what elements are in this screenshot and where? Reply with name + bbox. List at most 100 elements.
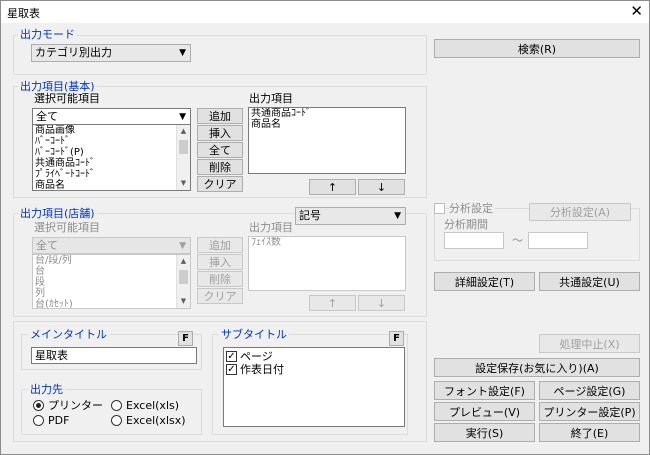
radio-excel-xls-label[interactable]: Excel(xls) xyxy=(126,399,179,412)
list-item: 段 xyxy=(35,277,45,288)
basic-available-list[interactable]: 商品画像 ﾊﾞｰｺｰﾄﾞ ﾊﾞｰｺｰﾄﾞ(P) 共通商品ｺｰﾄﾞ ﾌﾟﾗｲﾍﾞｰ… xyxy=(32,124,191,191)
list-item[interactable]: 共通商品ｺｰﾄﾞ xyxy=(249,108,405,119)
run-button[interactable]: 実行(S) xyxy=(434,423,535,442)
store-symbol-value: 記号 xyxy=(299,209,321,222)
store-add-button: 追加 xyxy=(197,237,243,253)
basic-all-button[interactable]: 全て xyxy=(197,142,243,158)
list-item[interactable]: 商品画像 xyxy=(33,125,190,136)
subtitle-list[interactable]: ✓ ページ ✓ 作表日付 xyxy=(223,347,405,427)
list-item: 台/段/列 xyxy=(35,255,72,266)
main-title-input[interactable]: 星取表 xyxy=(31,347,197,364)
list-item: 台(ｶｾｯﾄ) xyxy=(35,299,73,309)
basic-clear-button[interactable]: クリア xyxy=(197,176,243,192)
list-item: 台 xyxy=(35,266,45,277)
list-item: ﾌｪｲｽ数 xyxy=(251,237,281,248)
output-mode-label: 出力モード xyxy=(18,28,77,41)
store-filter-value: 全て xyxy=(36,239,58,252)
analysis-checkbox xyxy=(434,203,445,214)
list-item: 列 xyxy=(35,288,45,299)
store-delete-button: 削除 xyxy=(197,271,243,287)
scroll-down-icon[interactable]: ▼ xyxy=(177,177,190,190)
subtitle-date-text: 作表日付 xyxy=(240,363,284,376)
basic-filter-select[interactable]: 全て ▼ xyxy=(32,108,191,125)
list-item[interactable]: 商品名 xyxy=(249,119,405,130)
list-item[interactable]: 共通商品ｺｰﾄﾞ xyxy=(33,158,190,169)
window-title: 星取表 xyxy=(7,7,40,20)
list-item[interactable]: ﾊﾞｰｺｰﾄﾞ(P) xyxy=(33,147,190,158)
chevron-down-icon: ▼ xyxy=(179,241,186,251)
analysis-settings-button: 分析設定(A) xyxy=(529,203,631,221)
printer-settings-button[interactable]: プリンター設定(P) xyxy=(539,402,640,421)
store-list-scrollbar: ▲ ▼ xyxy=(176,255,190,308)
scroll-up-icon: ▲ xyxy=(180,257,187,265)
list-item[interactable]: ﾌﾟﾗｲﾍﾞｰﾄｺｰﾄﾞ xyxy=(33,169,190,180)
radio-printer[interactable] xyxy=(33,400,44,411)
stop-processing-button: 処理中止(X) xyxy=(539,334,640,353)
store-symbol-select[interactable]: 記号 ▼ xyxy=(295,207,406,225)
scroll-up-icon[interactable]: ▲ xyxy=(177,125,190,138)
subtitle-item-page[interactable]: ✓ ページ xyxy=(226,350,273,363)
basic-filter-value: 全て xyxy=(36,110,58,123)
basic-output-list[interactable]: 共通商品ｺｰﾄﾞ 商品名 xyxy=(248,107,406,174)
store-clear-button: クリア xyxy=(197,288,243,304)
analysis-period-start xyxy=(444,232,504,249)
subtitle-page-text: ページ xyxy=(240,350,273,363)
radio-printer-label[interactable]: プリンター xyxy=(48,399,103,412)
basic-add-button[interactable]: 追加 xyxy=(197,108,243,124)
store-selectable-label: 選択可能項目 xyxy=(34,221,100,234)
chevron-down-icon: ▼ xyxy=(394,211,401,221)
subtitle-page-checkbox[interactable]: ✓ xyxy=(226,350,237,362)
analysis-period-tilde: ～ xyxy=(512,234,523,247)
basic-output-label: 出力項目 xyxy=(249,92,293,105)
page-settings-button[interactable]: ページ設定(G) xyxy=(539,381,640,400)
common-settings-button[interactable]: 共通設定(U) xyxy=(539,272,640,291)
close-icon[interactable]: ✕ xyxy=(630,3,643,19)
window: 星取表 ✕ 出力モード カテゴリ別出力 ▼ 出力項目(基本) 選択可能項目 全て… xyxy=(0,0,650,455)
basic-move-down-button[interactable]: ↓ xyxy=(358,179,405,195)
store-move-up-button: ↑ xyxy=(309,295,356,311)
basic-selectable-label: 選択可能項目 xyxy=(34,92,100,105)
basic-delete-button[interactable]: 削除 xyxy=(197,159,243,175)
list-item[interactable]: ﾊﾞｰｺｰﾄﾞ xyxy=(33,136,190,147)
basic-move-up-button[interactable]: ↑ xyxy=(309,179,356,195)
preview-button[interactable]: プレビュー(V) xyxy=(434,402,535,421)
radio-excel-xls[interactable] xyxy=(111,400,122,411)
analysis-period-end xyxy=(528,232,588,249)
chevron-down-icon: ▼ xyxy=(179,112,186,122)
radio-excel-xlsx-label[interactable]: Excel(xlsx) xyxy=(126,414,186,427)
subtitle-font-button[interactable]: F xyxy=(389,331,404,346)
scroll-thumb xyxy=(179,270,188,284)
output-mode-value: カテゴリ別出力 xyxy=(35,46,112,59)
radio-pdf[interactable] xyxy=(33,415,44,426)
save-favorite-button[interactable]: 設定保存(お気に入り)(A) xyxy=(434,358,640,377)
title-bar: 星取表 ✕ xyxy=(1,1,649,23)
scroll-thumb[interactable] xyxy=(179,140,188,154)
detail-settings-button[interactable]: 詳細設定(T) xyxy=(434,272,535,291)
store-items-label: 出力項目(店舗) xyxy=(18,207,97,220)
subtitle-label: サブタイトル xyxy=(219,328,289,341)
basic-list-scrollbar[interactable]: ▲ ▼ xyxy=(176,125,190,190)
radio-pdf-label[interactable]: PDF xyxy=(48,414,69,427)
store-output-list: ﾌｪｲｽ数 xyxy=(248,236,406,291)
analysis-label: 分析設定 xyxy=(449,202,495,215)
scroll-down-icon: ▼ xyxy=(180,297,187,305)
radio-excel-xlsx[interactable] xyxy=(111,415,122,426)
basic-insert-button[interactable]: 挿入 xyxy=(197,125,243,141)
subtitle-date-checkbox[interactable]: ✓ xyxy=(226,363,237,375)
search-button[interactable]: 検索(R) xyxy=(434,39,640,58)
store-insert-button: 挿入 xyxy=(197,254,243,270)
list-item[interactable]: 商品名 xyxy=(33,180,190,190)
subtitle-item-date[interactable]: ✓ 作表日付 xyxy=(226,363,284,376)
chevron-down-icon: ▼ xyxy=(179,48,186,58)
store-output-label: 出力項目 xyxy=(249,221,293,234)
store-move-down-button: ↓ xyxy=(358,295,405,311)
store-filter-select: 全て ▼ xyxy=(32,237,191,254)
font-settings-button[interactable]: フォント設定(F) xyxy=(434,381,535,400)
analysis-period-label: 分析期間 xyxy=(444,218,488,231)
destination-label: 出力先 xyxy=(28,383,65,396)
main-title-font-button[interactable]: F xyxy=(178,331,193,346)
store-available-list: 台/段/列 台 段 列 台(ｶｾｯﾄ) ▲ ▼ xyxy=(32,254,191,309)
main-title-label: メインタイトル xyxy=(28,328,109,341)
output-mode-select[interactable]: カテゴリ別出力 ▼ xyxy=(31,44,191,62)
exit-button[interactable]: 終了(E) xyxy=(539,423,640,442)
